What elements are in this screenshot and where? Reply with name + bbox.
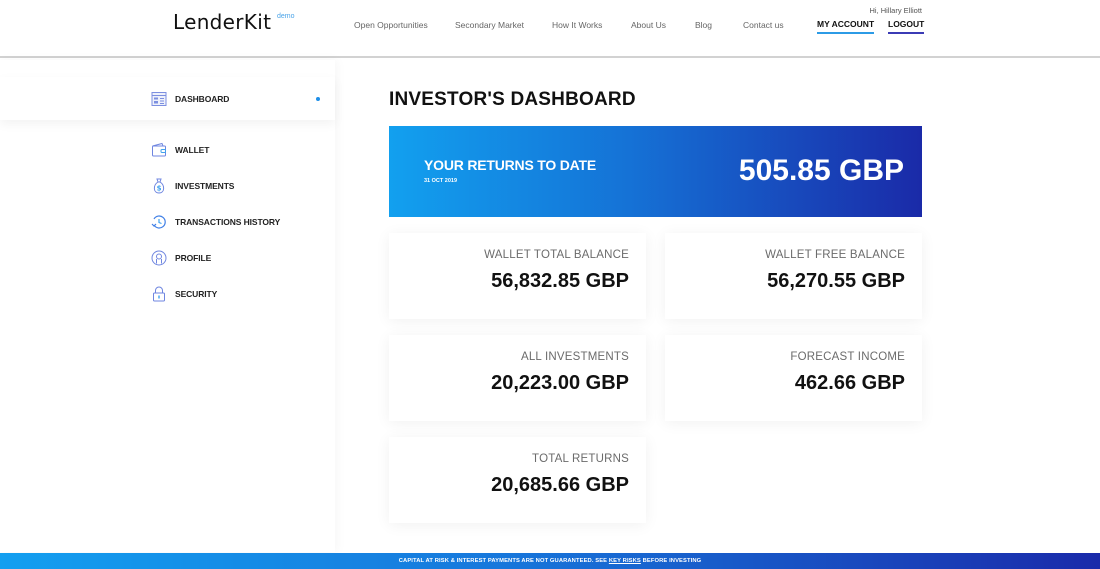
sidebar-item-label: DASHBOARD (175, 94, 230, 104)
returns-title: YOUR RETURNS TO DATE (424, 157, 597, 173)
page-title: INVESTOR'S DASHBOARD (389, 89, 636, 110)
forecast-income-card: FORECAST INCOME 462.66 GBP (665, 335, 922, 421)
nav-about-us[interactable]: About Us (631, 20, 666, 30)
user-greeting: Hi, Hillary Elliott (869, 6, 922, 15)
nav-how-it-works[interactable]: How It Works (552, 20, 602, 30)
sidebar (0, 60, 335, 552)
card-value: 56,270.55 GBP (767, 270, 905, 292)
sidebar-item-label: TRANSACTIONS HISTORY (175, 217, 281, 227)
card-label: ALL INVESTMENTS (520, 351, 629, 363)
card-label: WALLET FREE BALANCE (765, 249, 905, 261)
sidebar-item-security[interactable]: SECURITY (150, 285, 217, 303)
total-returns-card: TOTAL RETURNS 20,685.66 GBP (389, 437, 646, 523)
nav-contact-us[interactable]: Contact us (743, 20, 784, 30)
returns-value: 505.85 GBP (738, 154, 904, 187)
top-header: LenderKit demo Open Opportunities Second… (0, 0, 1100, 58)
logout-link[interactable]: LOGOUT (888, 19, 925, 34)
history-icon (150, 213, 168, 231)
profile-icon (150, 249, 168, 267)
returns-to-date-banner: YOUR RETURNS TO DATE 31 OCT 2019 505.85 … (389, 126, 922, 217)
active-indicator-dot (316, 97, 320, 101)
card-label: WALLET TOTAL BALANCE (484, 249, 629, 261)
risk-warning-banner: CAPITAL AT RISK & INTEREST PAYMENTS ARE … (0, 553, 1100, 569)
nav-open-opportunities[interactable]: Open Opportunities (354, 20, 428, 30)
my-account-link[interactable]: MY ACCOUNT (817, 19, 875, 34)
sidebar-item-label: SECURITY (175, 289, 218, 299)
sidebar-item-label: WALLET (175, 145, 210, 155)
sidebar-item-wallet[interactable]: WALLET (150, 141, 209, 159)
card-value: 20,685.66 GBP (491, 474, 629, 496)
sidebar-item-profile[interactable]: PROFILE (150, 249, 211, 267)
nav-blog[interactable]: Blog (695, 20, 712, 30)
sidebar-item-transactions-history[interactable]: TRANSACTIONS HISTORY (150, 213, 280, 231)
card-value: 56,832.85 GBP (491, 270, 629, 292)
logo[interactable]: LenderKit (173, 10, 271, 34)
key-risks-link[interactable]: KEY RISKS (609, 558, 641, 564)
card-value: 20,223.00 GBP (491, 372, 629, 394)
sidebar-item-label: PROFILE (175, 253, 212, 263)
risk-text-before: CAPITAL AT RISK & INTEREST PAYMENTS ARE … (398, 558, 609, 564)
dashboard-icon (150, 90, 168, 108)
returns-date: 31 OCT 2019 (424, 178, 458, 184)
risk-text-after: BEFORE INVESTING (640, 558, 702, 564)
logo-demo-tag: demo (277, 13, 295, 20)
wallet-total-balance-card: WALLET TOTAL BALANCE 56,832.85 GBP (389, 233, 646, 319)
money-bag-icon: $ (150, 177, 168, 195)
svg-text:$: $ (157, 185, 162, 193)
card-label: FORECAST INCOME (790, 351, 905, 363)
all-investments-card: ALL INVESTMENTS 20,223.00 GBP (389, 335, 646, 421)
wallet-free-balance-card: WALLET FREE BALANCE 56,270.55 GBP (665, 233, 922, 319)
sidebar-item-dashboard[interactable]: DASHBOARD (150, 90, 229, 108)
nav-secondary-market[interactable]: Secondary Market (455, 20, 524, 30)
lock-icon (150, 285, 168, 303)
card-value: 462.66 GBP (794, 372, 905, 394)
sidebar-item-investments[interactable]: $ INVESTMENTS (150, 177, 234, 195)
sidebar-item-label: INVESTMENTS (175, 181, 235, 191)
wallet-icon (150, 141, 168, 159)
card-label: TOTAL RETURNS (532, 453, 629, 465)
